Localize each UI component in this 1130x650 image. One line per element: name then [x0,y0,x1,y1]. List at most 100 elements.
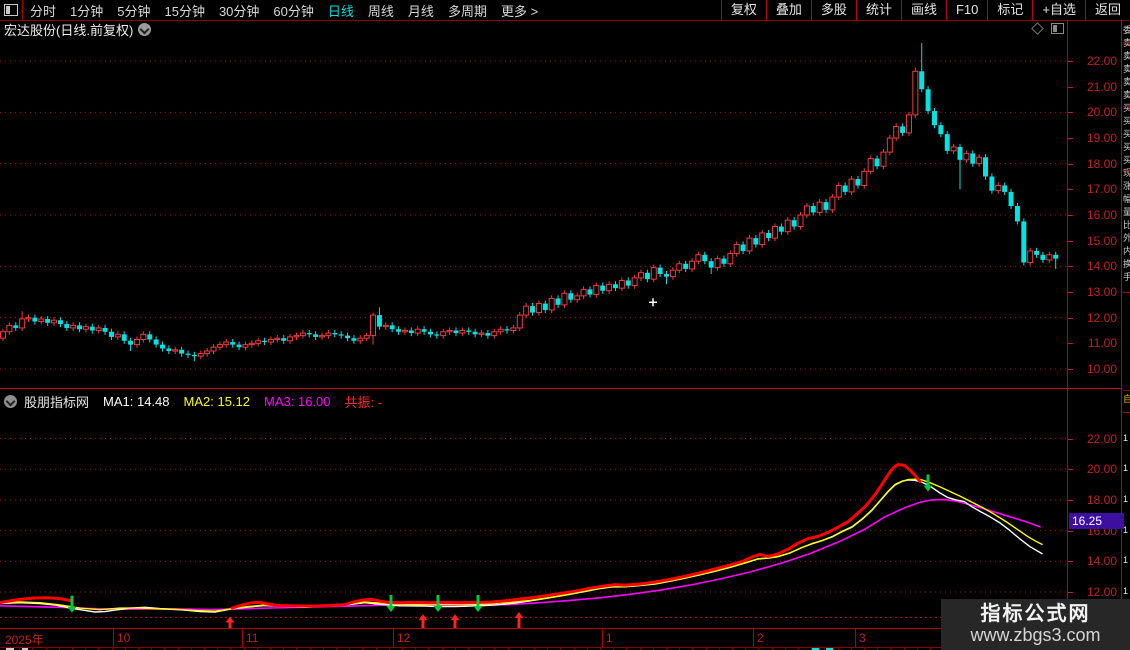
axis-tick [1068,369,1073,370]
candle [363,332,370,342]
candle [708,258,714,275]
sliver-divider [1123,106,1130,107]
panel-separator[interactable] [0,388,1122,389]
candle [230,338,236,348]
tab-period-5分钟[interactable]: 5分钟 [117,1,150,20]
sliver-char: 委 [1123,25,1130,35]
watermark: 指标公式网 www.zbgs3.com [941,599,1130,650]
indicator-value: MA3: 16.00 [264,393,331,409]
axis-tick [1068,499,1073,501]
action-button-返回[interactable]: 返回 [1084,0,1130,20]
trading-app-window: 分时 1分钟 5分钟 15分钟 30分钟 60分钟 日线 周线 月线 多周期 更多 > 复权 叠加 多股… [0,0,1130,650]
tab-period-日线[interactable]: 日线 [328,1,354,20]
candle [516,312,523,332]
action-button-F10[interactable]: F10 [945,0,987,20]
sell-arrow-icon [67,595,77,613]
axis-tick [1068,530,1073,532]
sliver-char: 比 [1123,220,1130,230]
candle [1002,182,1008,195]
candle [938,122,944,138]
action-button-多股[interactable]: 多股 [810,0,856,20]
candle [255,337,262,347]
candle [293,332,300,340]
tab-period-多周期[interactable]: 多周期 [448,1,487,20]
main-candlestick-chart[interactable] [0,38,1067,388]
price-axis: 22.00 21.00 20.00 19.00 18.00 17.00 16.00 15.00… [1067,20,1124,650]
candle [485,329,491,339]
candle [893,123,900,142]
indicator-line-chart[interactable] [0,413,1067,628]
candle [281,335,287,344]
candle [287,333,294,344]
sliver-char: 外 [1123,233,1130,243]
candle [421,326,427,335]
candle [778,223,784,235]
date-label: 3 [859,631,866,645]
candle [759,229,766,248]
candle [650,264,657,283]
sliver-char: 买 [1123,116,1130,126]
candle [944,131,950,154]
sliver-char: 买 [1123,142,1130,152]
candle [313,331,319,340]
candle [267,336,274,346]
action-button-复权[interactable]: 复权 [720,0,766,20]
sliver-char: 涨 [1123,181,1130,191]
candle [925,86,931,115]
candle [414,326,421,337]
date-label: 2025年 [5,633,44,647]
candle [210,344,217,355]
date-axis[interactable]: 2025年 10 11 12 1 2 3 [0,629,1067,647]
title-chevron-down-icon[interactable] [138,22,152,36]
candle [957,143,963,190]
axis-separator [1068,388,1121,389]
candle [689,258,696,272]
candle [746,235,753,255]
indicator-chevron-down-icon[interactable] [4,394,17,408]
candle [542,300,548,314]
candle [574,292,581,303]
action-button-统计[interactable]: 统计 [855,0,901,20]
date-tick [113,629,114,647]
axis-tick [1068,240,1073,242]
candle [829,193,836,213]
candle [0,328,6,342]
candle [338,331,344,339]
tab-period-更多 >[interactable]: 更多 > [501,1,538,20]
candle [625,277,631,289]
buy-arrow-icon [418,614,428,628]
candle [816,199,823,216]
action-button-叠加[interactable]: 叠加 [765,0,811,20]
tab-period-15分钟[interactable]: 15分钟 [164,1,204,20]
date-tick [753,629,754,647]
action-button-画线[interactable]: 画线 [900,0,946,20]
tab-period-30分钟[interactable]: 30分钟 [219,1,259,20]
candle [459,327,466,337]
candle [223,338,230,348]
tab-period-分时[interactable]: 分时 [30,1,56,20]
title-row: 宏达股份(日线.前复权) [0,20,152,38]
candle [121,331,127,344]
tab-period-月线[interactable]: 月线 [408,1,434,20]
date-tick [855,629,856,647]
tab-period-60分钟[interactable]: 60分钟 [273,1,313,20]
indicator-value: 共振: - [344,394,383,410]
tab-period-周线[interactable]: 周线 [368,1,394,20]
candle [357,335,364,344]
tab-period-1分钟[interactable]: 1分钟 [70,1,103,20]
candle [19,311,26,332]
split-panel-icon[interactable] [1051,23,1064,34]
action-button-标记[interactable]: 标记 [987,0,1032,20]
page-title: 宏达股份(日线.前复权) [4,22,134,38]
candle [204,347,211,357]
diamond-icon[interactable] [1031,22,1044,35]
layout-toggle-button[interactable] [0,0,23,20]
sliver-char: 内 [1123,246,1130,256]
axis-price-label: 14.00 [1086,554,1117,569]
candle [64,321,70,332]
candle [970,150,976,167]
sliver-char: 买 [1123,129,1130,139]
candle [472,328,478,338]
candle [771,223,778,242]
action-button-+自选[interactable]: +自选 [1032,0,1085,20]
